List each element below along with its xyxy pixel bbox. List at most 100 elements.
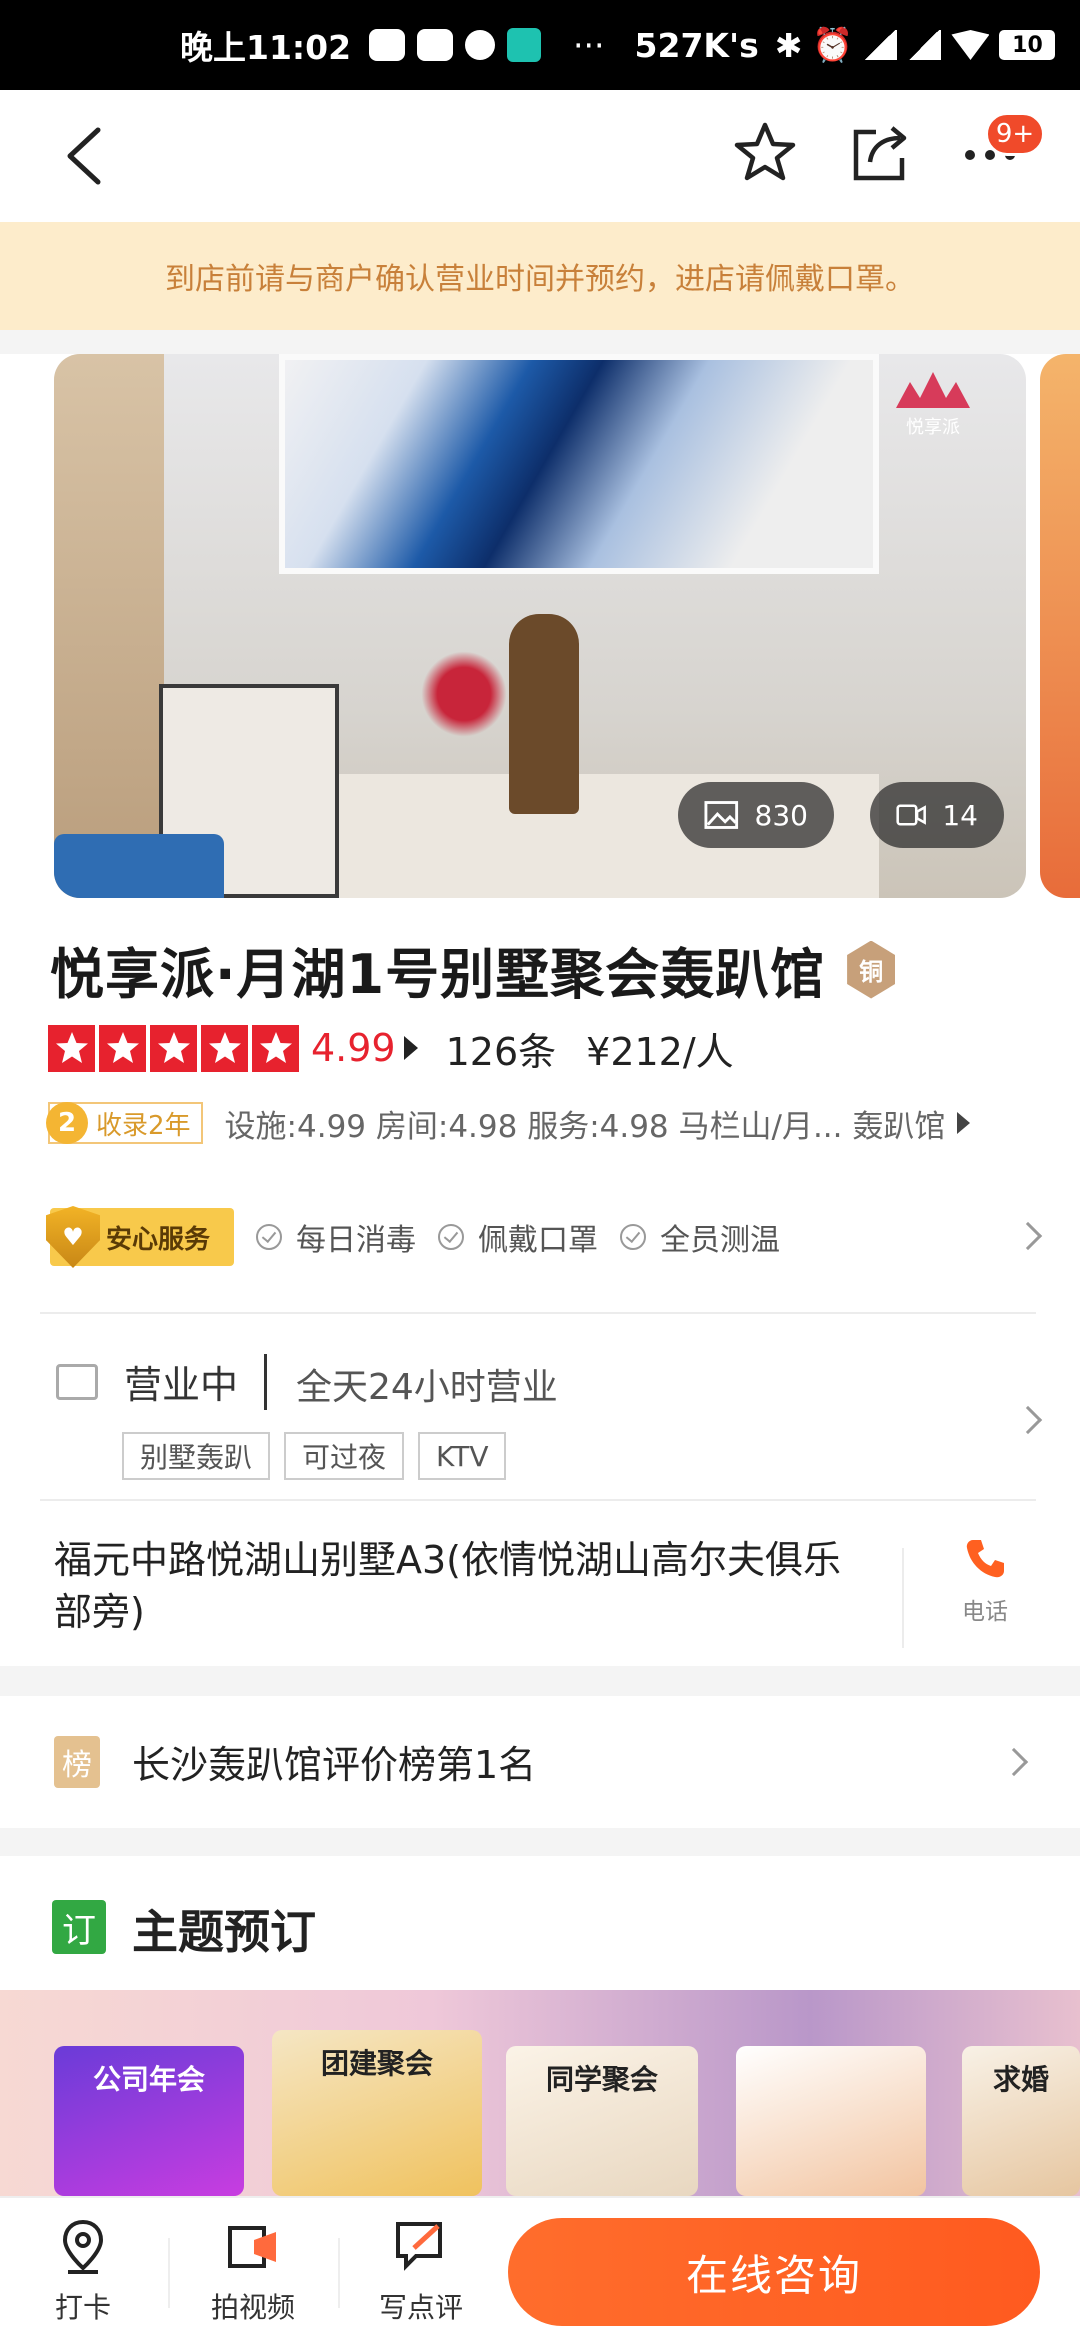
bluetooth-icon: ✱ <box>774 25 803 65</box>
safety-service-row[interactable]: ♥ 安心服务 每日消毒 佩戴口罩 全员测温 <box>46 1202 1043 1272</box>
star-icon <box>99 1024 146 1072</box>
star-icon <box>252 1024 299 1072</box>
hours-text: 全天24小时营业 <box>296 1367 558 1408</box>
battery-icon: 10 <box>999 30 1056 60</box>
boss-app-icon <box>507 28 542 62</box>
photo-count-pill[interactable]: 830 <box>678 782 834 848</box>
theme-item-proposal[interactable]: 求婚 <box>962 2046 1080 2196</box>
safe-service-label: 安心服务 <box>106 1224 211 1255</box>
shield-heart-icon: ♥ <box>46 1206 100 1268</box>
shop-address[interactable]: 福元中路悦湖山别墅A3(依情悦湖山高尔夫俱乐部旁) <box>54 1534 874 1638</box>
star-icon <box>48 1024 95 1072</box>
ranking-text: 长沙轰趴馆评价榜第1名 <box>132 1743 537 1787</box>
notice-banner: 到店前请与商户确认营业时间并预约，进店请佩戴口罩。 <box>0 222 1080 330</box>
wechat-icon <box>417 29 454 61</box>
shop-detail-page: 晚上11:02 ··· 527K's ✱ ⏰ 10 9+ 到店前请与商户确认营业… <box>0 0 1080 2340</box>
video-icon <box>896 804 926 826</box>
feature-tag: KTV <box>418 1432 507 1480</box>
safe-service-badge: ♥ 安心服务 <box>46 1206 234 1268</box>
more-notifications-icon: ··· <box>573 25 605 65</box>
feature-tags: 别墅轰趴 可过夜 KTV <box>122 1432 507 1480</box>
shoot-video-label: 拍视频 <box>210 2291 295 2324</box>
shop-photo[interactable]: 悦享派 830 14 <box>54 354 1026 898</box>
hours-separator <box>264 1354 267 1410</box>
service-item: 每日消毒 <box>256 1215 416 1259</box>
photo-painting <box>279 354 879 574</box>
shop-hours-icon <box>56 1364 98 1400</box>
sub-scores: 设施:4.99 房间:4.98 服务:4.98 马栏山/月... 轰趴馆 <box>224 1108 946 1145</box>
shop-info-card: 悦享派 830 14 悦享派·月湖1号别墅聚会轰趴馆 铜 4.99 126条 ¥… <box>0 354 1080 1666</box>
theme-booking-title: 主题预订 <box>132 1905 316 1959</box>
feature-tag: 别墅轰趴 <box>122 1432 271 1480</box>
alarm-icon <box>465 30 496 60</box>
wifi-icon <box>951 30 990 60</box>
divider <box>338 2238 340 2308</box>
bottom-action-bar: 打卡 拍视频 写点评 在线咨询 <box>0 2196 1080 2340</box>
business-hours-row[interactable]: 营业中 全天24小时营业 别墅轰趴 可过夜 KTV <box>54 1354 1044 1504</box>
chevron-right-icon <box>999 1747 1029 1777</box>
phone-icon <box>966 1540 1004 1578</box>
wechat-icon <box>369 29 406 61</box>
photo-deer-sculpture <box>509 614 579 814</box>
online-consult-button[interactable]: 在线咨询 <box>508 2218 1040 2326</box>
video-count-pill[interactable]: 14 <box>870 782 1004 848</box>
avg-price: ¥212/人 <box>586 1029 734 1074</box>
divider <box>40 1499 1036 1501</box>
rating-score: 4.99 <box>311 1026 396 1070</box>
video-count: 14 <box>942 798 978 832</box>
check-circle-icon <box>438 1224 464 1250</box>
photo-count: 830 <box>754 798 808 832</box>
sub-scores-row[interactable]: 2 收录2年 设施:4.99 房间:4.98 服务:4.98 马栏山/月... … <box>46 1100 1048 1146</box>
chevron-right-icon <box>1013 1221 1043 1251</box>
shop-title-row: 悦享派·月湖1号别墅聚会轰趴馆 铜 <box>50 930 896 1009</box>
rating-row[interactable]: 4.99 126条 ¥212/人 <box>48 1020 734 1076</box>
divider <box>40 1312 1036 1314</box>
favorite-star-icon[interactable] <box>733 120 797 184</box>
address-separator <box>902 1548 904 1648</box>
alarm-icon: ⏰ <box>812 25 854 64</box>
theme-item-team-building[interactable]: 团建聚会 <box>272 2030 482 2196</box>
video-camera-icon <box>228 2226 276 2268</box>
service-item: 全员测温 <box>620 1215 780 1259</box>
theme-carousel: 公司年会 团建聚会 同学聚会 求婚 <box>0 1990 1080 2196</box>
edit-review-icon <box>396 2222 442 2271</box>
ranking-icon: 榜 <box>54 1736 100 1788</box>
location-pin-icon <box>62 2219 104 2274</box>
write-review-button[interactable]: 写点评 <box>346 2218 496 2326</box>
share-icon[interactable] <box>848 120 912 184</box>
star-rating <box>48 1024 299 1072</box>
check-circle-icon <box>620 1224 646 1250</box>
review-count: 126条 <box>445 1029 557 1074</box>
top-nav-bar: 9+ <box>0 90 1080 222</box>
service-item: 佩戴口罩 <box>438 1215 598 1259</box>
brand-logo-icon: 悦享派 <box>896 372 970 438</box>
write-review-label: 写点评 <box>378 2291 463 2324</box>
image-icon <box>704 801 739 829</box>
star-icon <box>150 1024 197 1072</box>
check-circle-icon <box>256 1224 282 1250</box>
notification-badge: 9+ <box>985 112 1045 156</box>
signal-icon <box>907 30 942 60</box>
rating-arrow-icon <box>403 1036 418 1060</box>
booking-icon: 订 <box>52 1900 106 1954</box>
shoot-video-button[interactable]: 拍视频 <box>178 2218 328 2326</box>
chevron-right-icon <box>1013 1405 1043 1435</box>
ranking-row[interactable]: 榜 长沙轰趴馆评价榜第1名 <box>0 1696 1080 1828</box>
network-rate: 527K's <box>634 25 759 65</box>
divider <box>168 2238 170 2308</box>
theme-item-couple[interactable] <box>736 2046 926 2196</box>
checkin-button[interactable]: 打卡 <box>8 2218 158 2326</box>
checkin-label: 打卡 <box>54 2291 111 2324</box>
theme-item-classmates[interactable]: 同学聚会 <box>506 2046 698 2196</box>
signal-icon <box>863 30 898 60</box>
back-arrow-icon[interactable] <box>58 124 118 188</box>
bronze-medal-icon: 铜 <box>847 940 896 999</box>
theme-item-annual-party[interactable]: 公司年会 <box>54 2046 244 2196</box>
feature-tag: 可过夜 <box>284 1432 405 1480</box>
next-photo-preview[interactable] <box>1040 354 1080 898</box>
phone-button[interactable]: 电话 <box>950 1536 1020 1626</box>
photo-wall-panel <box>54 354 164 898</box>
listed-years-badge: 2 收录2年 <box>46 1102 203 1144</box>
sub-scores-arrow-icon <box>957 1112 971 1134</box>
shop-title: 悦享派·月湖1号别墅聚会轰趴馆 <box>50 943 826 1006</box>
